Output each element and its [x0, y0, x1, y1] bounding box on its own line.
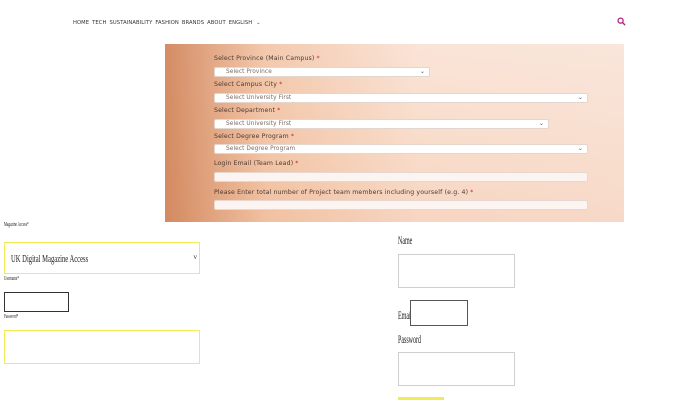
degree-label: Select Degree Program *	[214, 133, 295, 140]
password-label: Password*	[4, 314, 19, 320]
team-members-input[interactable]	[214, 200, 588, 210]
username-input[interactable]	[4, 292, 69, 312]
login-email-label: Login Email (Team Lead) *	[214, 160, 299, 167]
email-input[interactable]	[410, 300, 468, 326]
nav-item-tech[interactable]: TECH	[92, 18, 106, 28]
name-label: Name	[398, 233, 413, 247]
password-input[interactable]	[4, 330, 200, 364]
degree-select[interactable]: Select Degree Program ⌄	[214, 144, 588, 154]
password-input[interactable]	[398, 352, 515, 386]
team-members-label: Please Enter total number of Project tea…	[214, 189, 474, 196]
password-label: Password	[398, 332, 422, 346]
magazine-access-label: Magazine Access*	[4, 222, 29, 228]
search-icon[interactable]	[617, 17, 626, 26]
registration-form-panel: Select Province (Main Campus) * Select Pr…	[165, 44, 624, 222]
nav-item-home[interactable]: HOME	[73, 18, 89, 28]
department-select[interactable]: Select University First ⌄	[214, 119, 549, 129]
chevron-down-icon: ⌄	[538, 120, 544, 127]
login-email-input[interactable]	[214, 172, 588, 182]
nav-item-about[interactable]: ABOUT	[207, 18, 226, 28]
magazine-access-value: UK Digital Magazine Access	[11, 253, 89, 265]
province-select[interactable]: Select Province ⌄	[214, 67, 430, 77]
chevron-down-icon: ⌄	[577, 145, 583, 152]
campus-city-select[interactable]: Select University First ⌄	[214, 93, 588, 103]
chevron-down-icon: ⌄	[577, 94, 583, 101]
campus-city-label: Select Campus City *	[214, 81, 283, 88]
chevron-down-icon[interactable]: ⌄	[256, 18, 260, 28]
department-label: Select Department *	[214, 107, 281, 114]
chevron-down-icon: v	[193, 253, 198, 261]
chevron-down-icon: ⌄	[419, 68, 425, 75]
top-navigation: HOME TECH SUSTAINABILITY FASHION BRANDS …	[73, 18, 261, 28]
nav-item-english[interactable]: ENGLISH	[229, 18, 253, 28]
nav-item-fashion[interactable]: FASHION	[155, 18, 178, 28]
nav-item-sustainability[interactable]: SUSTAINABILITY	[110, 18, 153, 28]
nav-item-brands[interactable]: BRANDS	[182, 18, 204, 28]
username-label: Username*	[4, 276, 20, 282]
magazine-access-select[interactable]: UK Digital Magazine Access v	[4, 242, 200, 274]
province-label: Select Province (Main Campus) *	[214, 55, 320, 62]
name-input[interactable]	[398, 254, 515, 288]
